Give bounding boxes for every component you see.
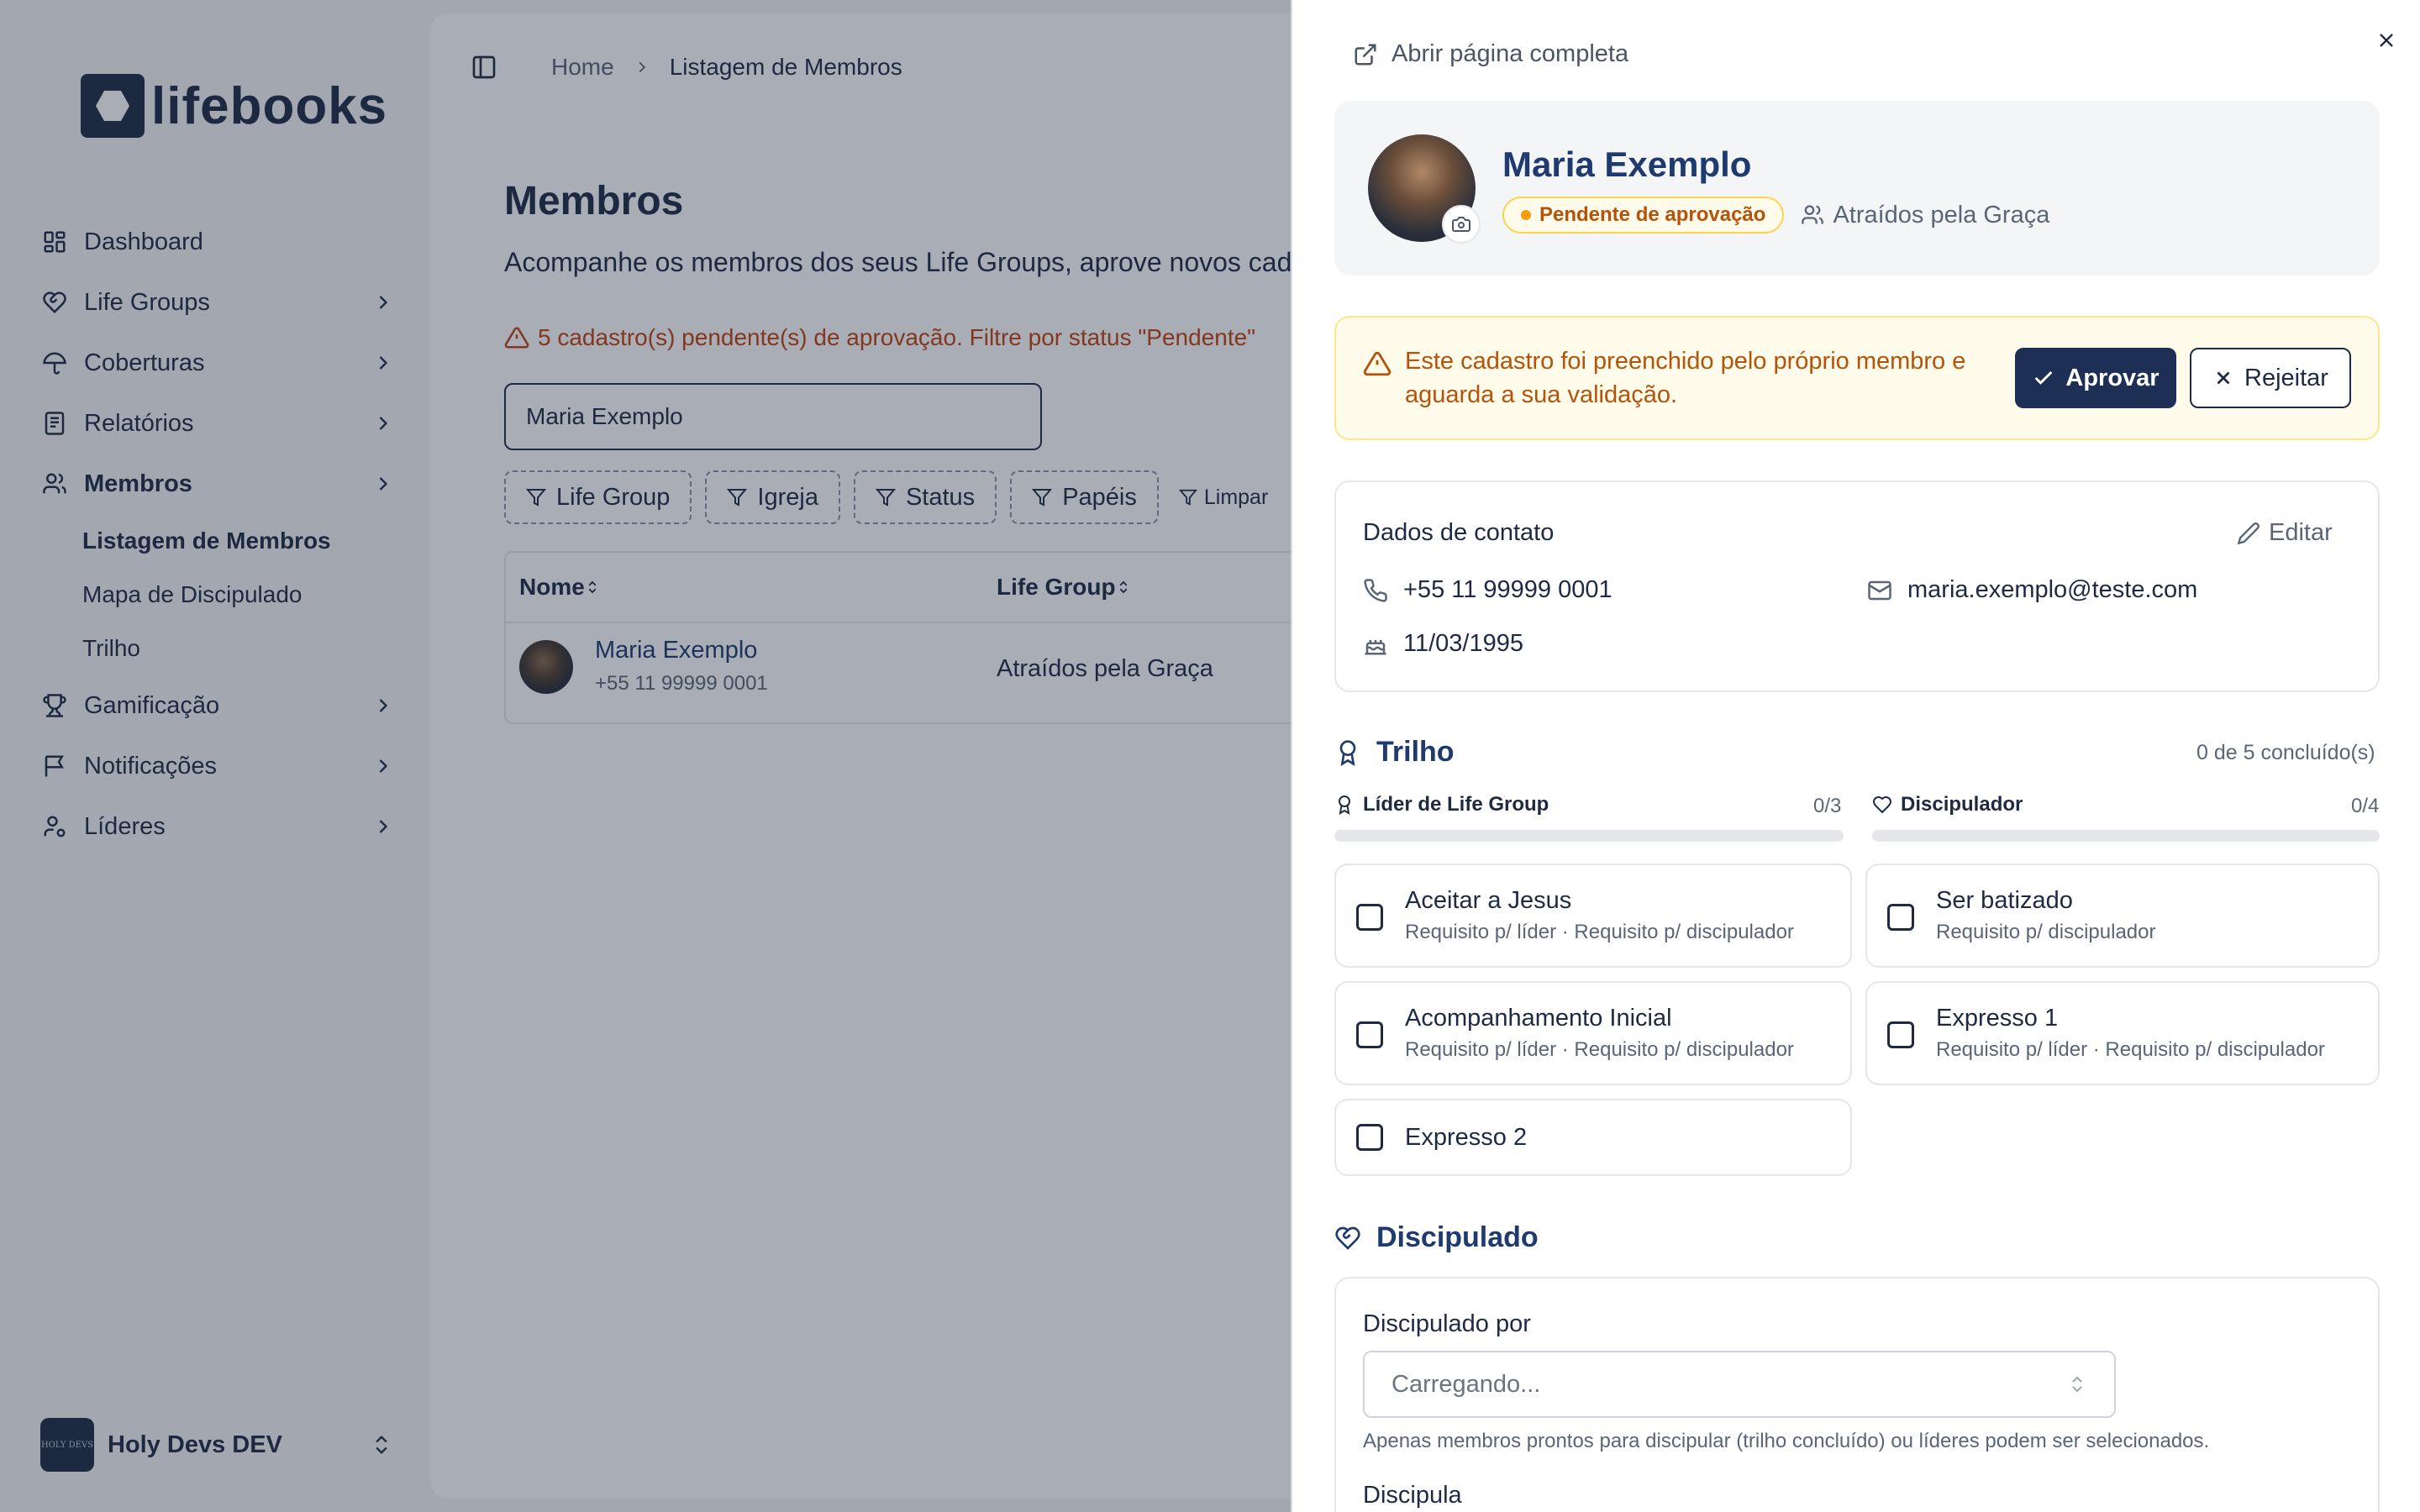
heart-handshake-icon [1335,1226,1360,1250]
track-count: 0/3 [1813,795,1842,817]
select-value: Carregando... [1392,1370,1541,1398]
member-badges: Pendente de aprovação Atraídos pela Graç… [1502,197,2049,234]
open-full-label: Abrir página completa [1392,40,1629,67]
open-full-page-link[interactable]: Abrir página completa [1353,40,1628,68]
step-title: Ser batizado [1936,887,2073,914]
track-discipulador: Discipulador [1872,793,2023,816]
alert-triangle-icon [1363,351,1392,376]
close-button[interactable] [2371,25,2402,55]
discipulado-by-label: Discipulado por [1363,1310,1531,1337]
track-progress-bar [1334,830,1844,842]
step-checkbox[interactable] [1356,1021,1383,1048]
trilho-step-card[interactable]: Expresso 1 Requisito p/ líder · Requisit… [1865,981,2380,1085]
member-detail-panel: Abrir página completa Maria Exemplo Pend… [1291,0,2420,1512]
reject-label: Rejeitar [2244,364,2328,391]
award-icon [1339,739,1356,766]
contact-phone: +55 11 99999 0001 [1363,576,1612,604]
member-group: Atraídos pela Graça [1801,202,2049,229]
step-checkbox[interactable] [1356,1124,1383,1151]
close-icon [2380,34,2393,47]
external-link-icon [1355,44,1376,65]
pencil-icon [2237,522,2260,544]
discipulador-select[interactable]: Carregando... [1363,1351,2116,1418]
phone-icon [1364,578,1387,602]
step-subtitle: Requisito p/ líder · Requisito p/ discip… [1405,1038,1794,1061]
chevrons-up-down-icon [2072,1376,2082,1393]
contact-title: Dados de contato [1363,519,1555,546]
contact-birthday: 11/03/1995 [1363,630,1523,658]
contact-birthday-value: 11/03/1995 [1403,630,1523,657]
track-lider: Líder de Life Group [1334,793,1549,816]
users-icon [1802,205,1824,224]
disciples-label: Discipula [1363,1482,1462,1509]
trilho-step-card[interactable]: Aceitar a Jesus Requisito p/ líder · Req… [1334,864,1852,968]
step-title: Expresso 2 [1405,1124,1528,1151]
status-label: Pendente de aprovação [1539,203,1766,226]
check-icon [2035,370,2053,385]
approval-alert-text: Este cadastro foi preenchido pelo própri… [1405,348,1966,408]
contact-email-value: maria.exemplo@teste.com [1907,576,2198,603]
status-badge: Pendente de aprovação [1502,197,1785,234]
heart-handshake-icon [1872,795,1892,814]
member-group-label: Atraídos pela Graça [1833,201,2050,228]
mail-icon [1868,580,1891,600]
contact-email: maria.exemplo@teste.com [1867,576,2197,604]
status-dot [1521,210,1531,220]
edit-contact-button[interactable]: Editar [2237,519,2333,547]
member-header: Maria Exemplo Pendente de aprovação Atra… [1334,101,2380,276]
trilho-step-card[interactable]: Ser batizado Requisito p/ discipulador [1865,864,2380,968]
discipulado-help: Apenas membros prontos para discipular (… [1363,1430,2210,1452]
change-photo-button[interactable] [1442,205,1481,244]
step-title: Acompanhamento Inicial [1405,1005,1672,1032]
step-title: Expresso 1 [1936,1005,2059,1032]
discipulado-section-title: Discipulado [1334,1221,1539,1254]
step-subtitle: Requisito p/ líder · Requisito p/ discip… [1405,921,1794,943]
track-progress-bar [1872,830,2380,842]
trilho-step-card[interactable]: Acompanhamento Inicial Requisito p/ líde… [1334,981,1852,1085]
approve-label: Aprovar [2065,364,2160,391]
step-title: Aceitar a Jesus [1405,887,1572,914]
trilho-step-card[interactable]: Expresso 2 [1334,1099,1852,1176]
camera-icon [1452,217,1470,232]
award-icon [1339,795,1350,815]
discipulado-card: Discipulado por Carregando... Apenas mem… [1334,1277,2380,1512]
step-checkbox[interactable] [1356,904,1383,931]
trilho-title: Trilho [1376,736,1455,768]
contact-card: Dados de contato Editar +55 11 99999 000… [1334,480,2380,692]
step-subtitle: Requisito p/ líder · Requisito p/ discip… [1936,1038,2325,1061]
trilho-section-title: Trilho [1334,736,1455,769]
discipulado-title: Discipulado [1376,1221,1539,1253]
modal-backdrop[interactable] [0,0,1291,1512]
step-checkbox[interactable] [1887,1021,1914,1048]
contact-phone-value: +55 11 99999 0001 [1403,576,1612,603]
reject-button[interactable]: Rejeitar [2190,348,2351,408]
close-icon [2217,371,2230,385]
cake-icon [1365,639,1386,654]
edit-label: Editar [2269,519,2333,546]
track-count: 0/4 [2351,795,2380,817]
step-subtitle: Requisito p/ discipulador [1936,921,2156,943]
member-name: Maria Exemplo [1502,144,1752,184]
approve-button[interactable]: Aprovar [2015,348,2176,408]
track-label: Discipulador [1901,793,2023,816]
step-checkbox[interactable] [1887,904,1914,931]
track-label: Líder de Life Group [1363,793,1549,816]
trilho-summary: 0 de 5 concluído(s) [2196,741,2375,764]
approval-alert: Este cadastro foi preenchido pelo própri… [1334,316,2380,440]
